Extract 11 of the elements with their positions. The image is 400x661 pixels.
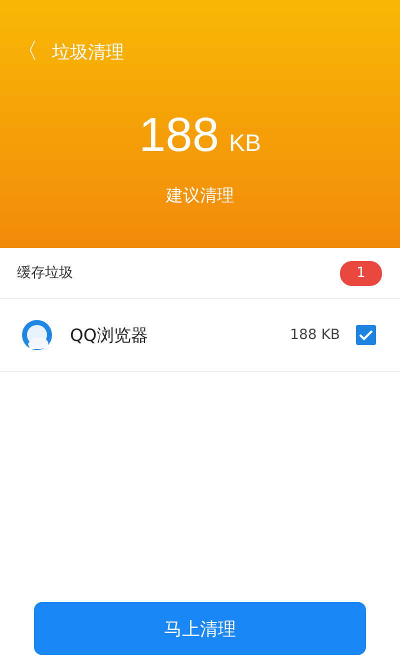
- clean-now-button[interactable]: 马上清理: [34, 602, 366, 655]
- checkbox[interactable]: [356, 325, 376, 345]
- app-name: QQ浏览器: [70, 324, 149, 346]
- junk-size-unit: KB: [229, 130, 262, 158]
- count-badge: 1: [340, 260, 382, 286]
- app-size: 188 KB: [290, 327, 340, 343]
- app-icon: [20, 318, 54, 352]
- page-title: 垃圾清理: [52, 41, 124, 64]
- junk-size-value: 188: [138, 108, 220, 164]
- section-title: 缓存垃圾: [17, 264, 73, 282]
- advice-text: 建议清理: [164, 185, 235, 207]
